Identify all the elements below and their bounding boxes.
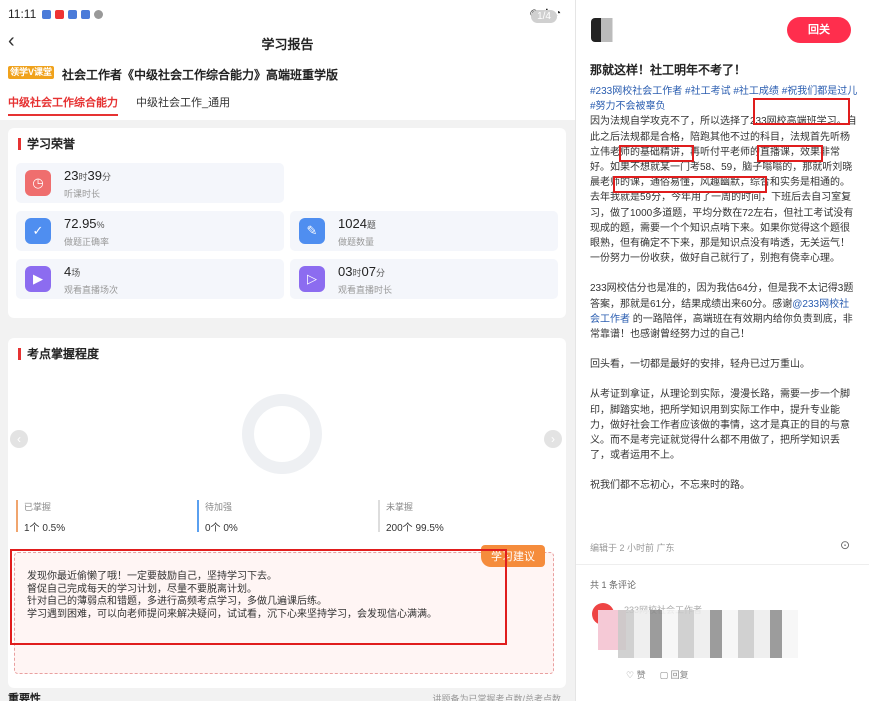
study-report-panel: 11:11 ◉ ✱ ◔ 1/4 ‹ 学习报告 领学V课堂 社会工作者《中级社会工… [0,0,575,701]
app-notification-icon [55,9,65,19]
stat-live-sessions: ▶ 4场 观看直播场次 [16,259,284,299]
mastery-title: 考点掌握程度 [18,348,99,360]
comment-count: 共 1 条评论 [590,580,637,590]
tab-comprehensive[interactable]: 中级社会工作综合能力 [8,94,118,116]
follow-back-button[interactable]: 回关 [787,17,851,43]
course-title: 社会工作者《中级社会工作综合能力》高端班重学版 [62,68,339,82]
check-icon: ✓ [25,218,51,244]
post-title: 那就这样！社工明年不考了！ [590,63,747,77]
importance-title: 重要性 [8,693,41,701]
image-pager: 1/4 [531,10,557,23]
reply-icon: ▢ [659,670,669,680]
mastery-donut-chart [242,394,322,474]
stat-label: 观看直播时长 [338,285,393,295]
heart-icon: ♡ [626,670,635,680]
stat-value: 72.95 [64,216,97,231]
stat-label: 观看直播场次 [64,285,119,295]
app-notification-icon [42,9,52,19]
legend-count: 200个 [386,523,413,534]
stat-accuracy: ✓ 72.95% 做题正确率 [16,211,284,251]
clock-icon: ◷ [25,170,51,196]
more-options-icon[interactable]: ⊙ [840,538,851,552]
pen-icon: ✎ [299,218,325,244]
app-notification-icon [68,9,78,19]
honor-title: 学习荣誉 [18,138,75,150]
stat-unit: 题 [366,220,376,230]
stat-label: 听课时长 [64,189,101,199]
legend-pct: 0.5% [42,523,66,534]
importance-note: 讲题备为已掌握考点数/总考点数 [432,694,561,701]
annotation-highlight [10,549,507,645]
post-panel: 回关 那就这样！社工明年不考了！ #233网校社会工作者 #社工考试 #社工成绩… [575,0,869,701]
stat-live-time: ▷ 03时07分 观看直播时长 [290,259,558,299]
annotation-highlight [757,145,823,162]
chevron-right-icon[interactable]: › [544,430,562,448]
stat-label: 做题正确率 [64,237,110,247]
stat-question-count: ✎ 1024题 做题数量 [290,211,558,251]
legend-label: 未掌握 [386,502,414,512]
stat-value: 23 [64,168,79,183]
annotation-highlight [753,98,850,125]
legend-count: 0个 [205,523,221,534]
legend-to-strengthen: 待加强 0个 0% [197,500,238,534]
status-time: 11:11 [8,7,37,21]
reply-label: 回复 [670,670,689,680]
nav-bar: ‹ 学习报告 [0,28,575,56]
stat-value: 39 [87,168,102,183]
tab-general[interactable]: 中级社会工作_通用 [136,94,230,116]
app-notification-icon [81,9,91,19]
like-action[interactable]: ♡ 赞 [626,668,646,681]
like-label: 赞 [636,670,646,680]
comment-actions: ♡ 赞 ▢ 回复 [626,668,689,681]
legend-pct: 99.5% [415,523,444,534]
stat-unit: 分 [375,268,385,278]
post-paragraph: 从考证到拿证，从理论到实际，漫漫长路，需要一步一个脚印，脚踏实地，把所学知识用到… [590,389,850,462]
app-notification-icon [94,9,104,19]
chevron-left-icon[interactable]: ‹ [10,430,28,448]
annotation-highlight [613,176,767,193]
legend-label: 已掌握 [24,502,52,512]
legend-pct: 0% [223,523,238,534]
honor-card: 学习荣誉 ◷ 23时39分 听课时长 ✓ 72.95% 做题正确率 ✎ 1024… [8,128,566,318]
stat-unit: 场 [71,268,81,278]
page-title: 学习报告 [261,37,314,52]
course-logo: 领学V课堂 [8,66,54,79]
legend-label: 待加强 [205,502,233,512]
post-paragraph: 回头看，一切都是最好的安排，轻舟已过万重山。 [590,359,810,371]
screen-root: 11:11 ◉ ✱ ◔ 1/4 ‹ 学习报告 领学V课堂 社会工作者《中级社会工… [0,0,869,701]
legend-count: 1个 [24,523,40,534]
stat-value: 03 [338,264,353,279]
reply-action[interactable]: ▢ 回复 [660,668,689,681]
video-icon: ▶ [25,266,51,292]
stat-unit: % [96,220,105,230]
status-app-icons [42,9,104,19]
author-avatar[interactable] [591,18,627,42]
stat-value: 07 [361,264,376,279]
post-paragraph: 的一路陪伴，高端班在有效期内给你负责到底，非常靠谱！也感谢曾经努力过的自己！ [590,313,853,341]
divider [576,564,869,565]
post-paragraph: 祝我们都不忘初心，不忘来时的路。 [590,480,750,492]
stat-value: 1024 [338,216,367,231]
annotation-highlight [619,145,694,162]
subject-tabs: 中级社会工作综合能力 中级社会工作_通用 [8,94,230,116]
stat-label: 做题数量 [338,237,375,247]
play-icon: ▷ [299,266,325,292]
post-meta: 编辑于 2 小时前 广东 [590,543,675,553]
stat-study-time: ◷ 23时39分 听课时长 [16,163,284,203]
course-header: 领学V课堂 社会工作者《中级社会工作综合能力》高端班重学版 中级社会工作综合能力… [0,56,575,120]
status-bar: 11:11 ◉ ✱ ◔ 1/4 [0,0,575,28]
legend-mastered: 已掌握 1个 0.5% [16,500,66,534]
mosaic-blur [618,610,798,658]
stat-unit: 分 [101,172,111,182]
legend-not-mastered: 未掌握 200个 99.5% [378,500,444,534]
